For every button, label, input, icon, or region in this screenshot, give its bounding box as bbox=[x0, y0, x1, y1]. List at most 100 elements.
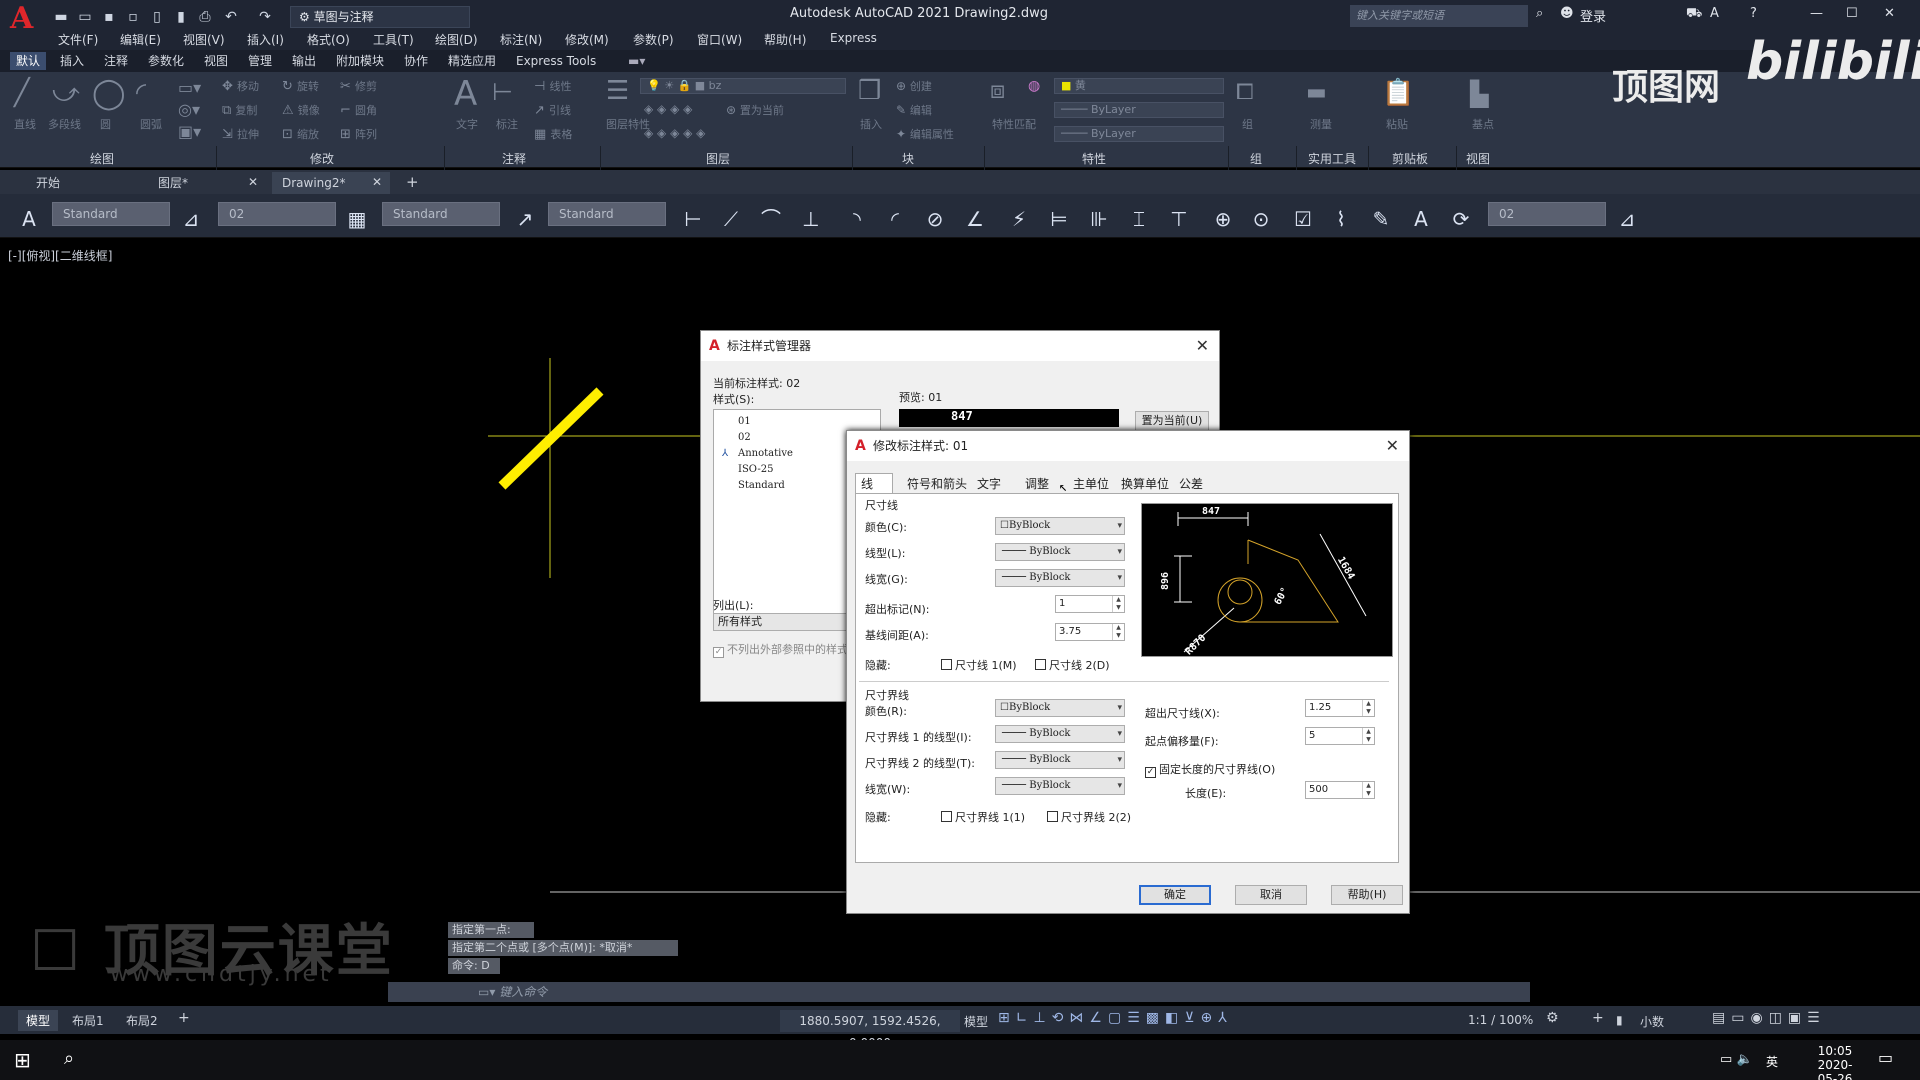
tab-alt-units[interactable]: 换算单位 bbox=[1121, 475, 1169, 492]
rectangle-icon[interactable]: ▭▾ bbox=[178, 78, 201, 97]
trim-icon[interactable]: ✂ 修剪 bbox=[340, 78, 377, 94]
tab-tolerances[interactable]: 公差 bbox=[1179, 475, 1203, 492]
dim-jogged-icon[interactable]: ◜ bbox=[880, 204, 910, 234]
plot-icon[interactable]: ▮ bbox=[172, 8, 190, 26]
login-button[interactable]: 登录 bbox=[1580, 6, 1606, 25]
annotation-visibility-icon[interactable]: ⅄ bbox=[1218, 1010, 1233, 1026]
region-icon[interactable]: ▣▾ bbox=[178, 122, 201, 141]
color-dropdown[interactable]: ■ 黄 bbox=[1054, 78, 1224, 94]
suppress-dimline2-checkbox[interactable]: 尺寸线 2(D) bbox=[1035, 657, 1110, 673]
leader-icon[interactable]: ↗ 引线 bbox=[534, 102, 571, 118]
menu-draw[interactable]: 绘图(D) bbox=[435, 31, 478, 48]
dim-edit-icon[interactable]: ✎ bbox=[1366, 204, 1396, 234]
set-current-button[interactable]: 置为当前(U) bbox=[1135, 411, 1209, 431]
jog-line-icon[interactable]: ⌇ bbox=[1326, 204, 1356, 234]
new-tab-icon[interactable]: + bbox=[406, 173, 419, 191]
lineweight-icon[interactable]: ☰ bbox=[1127, 1010, 1146, 1026]
offset-origin-input[interactable]: 5 ▲ ▼ bbox=[1305, 727, 1375, 745]
list-filter-select[interactable]: 所有样式 bbox=[713, 613, 863, 631]
tab-default[interactable]: 默认 bbox=[10, 52, 47, 70]
tab-fit[interactable]: 调整 bbox=[1025, 475, 1049, 492]
extend-beyond-input[interactable]: 1.25 ▲ ▼ bbox=[1305, 699, 1375, 717]
quick-dim-icon[interactable]: ⚡ bbox=[1004, 204, 1034, 234]
baseline-spacing-input[interactable]: 3.75 ▲ ▼ bbox=[1055, 623, 1125, 641]
layout-tab-2[interactable]: 布局2 bbox=[118, 1010, 166, 1031]
make-current-icon[interactable]: ⊛ 置为当前 bbox=[726, 102, 784, 118]
measure-icon[interactable]: ▬ bbox=[1306, 80, 1327, 105]
layer-tools-icon[interactable]: ◈ ◈ ◈ ◈ bbox=[644, 102, 692, 116]
saveas-icon[interactable]: ▫ bbox=[124, 8, 142, 26]
list-item[interactable]: ISO-25 bbox=[738, 464, 773, 475]
panel-layer[interactable]: 图层 bbox=[706, 150, 730, 167]
tab-view[interactable]: 视图 bbox=[198, 52, 234, 70]
panel-properties[interactable]: 特性 bbox=[1082, 150, 1106, 167]
match-prop-icon[interactable]: ⧈ bbox=[990, 76, 1005, 104]
file-tab-start[interactable]: 开始 bbox=[26, 172, 136, 194]
save-icon[interactable]: ▪ bbox=[100, 8, 118, 26]
menu-file[interactable]: 文件(F) bbox=[58, 31, 98, 48]
tab-param[interactable]: 参数化 bbox=[142, 52, 190, 70]
close-icon[interactable]: ✕ bbox=[1386, 431, 1399, 461]
minimize-icon[interactable]: — bbox=[1810, 6, 1823, 21]
tray-icons[interactable]: ▭ 🔈 bbox=[1720, 1052, 1753, 1067]
tab-primary-units[interactable]: 主单位 bbox=[1073, 475, 1109, 492]
mleader-style-icon[interactable]: ↗ bbox=[510, 204, 540, 234]
tab-insert[interactable]: 插入 bbox=[54, 52, 90, 70]
spin-icon[interactable]: ▲ ▼ bbox=[1362, 700, 1374, 716]
edit-block-icon[interactable]: ✎ 编辑 bbox=[896, 102, 932, 118]
scale-icon[interactable]: ⊡ 缩放 bbox=[282, 126, 319, 142]
dim-style-dropdown[interactable]: 02 bbox=[218, 202, 336, 226]
create-block-icon[interactable]: ⊕ 创建 bbox=[896, 78, 932, 94]
search-icon[interactable]: ⌕ bbox=[64, 1048, 74, 1069]
arc-icon[interactable]: ◜ bbox=[136, 78, 146, 108]
open-icon[interactable]: ▭ bbox=[76, 8, 94, 26]
text-icon[interactable]: A bbox=[454, 74, 477, 114]
menu-format[interactable]: 格式(O) bbox=[307, 31, 350, 48]
notification-icon[interactable]: ▭ bbox=[1878, 1048, 1893, 1067]
menu-tools[interactable]: 工具(T) bbox=[373, 31, 414, 48]
extline2-linetype-select[interactable]: ──── ByBlock ▾ bbox=[995, 751, 1125, 769]
panel-clipboard[interactable]: 剪贴板 bbox=[1392, 150, 1428, 167]
close-tab-icon[interactable]: ✕ bbox=[372, 175, 382, 189]
list-item[interactable]: 02 bbox=[738, 432, 751, 443]
network-icon[interactable]: ▭ bbox=[1720, 1052, 1732, 1067]
dim-break-icon[interactable]: ⊤ bbox=[1164, 204, 1194, 234]
search-icon[interactable]: ⌕ bbox=[1536, 6, 1543, 21]
group-icon[interactable]: ⧠ bbox=[1236, 80, 1254, 105]
dim-ordinate-icon[interactable]: ⊥ bbox=[796, 204, 826, 234]
a360-icon[interactable]: A bbox=[1710, 6, 1719, 21]
tab-addins[interactable]: 附加模块 bbox=[330, 52, 390, 70]
dim-arc-icon[interactable]: ⌒ bbox=[756, 204, 786, 234]
cart-icon[interactable]: ⛟ bbox=[1686, 6, 1702, 23]
tab-text[interactable]: 文字 bbox=[977, 475, 1001, 492]
volume-icon[interactable]: 🔈 bbox=[1736, 1052, 1752, 1067]
spin-icon[interactable]: ▲ ▼ bbox=[1112, 624, 1124, 640]
tab-output[interactable]: 输出 bbox=[286, 52, 322, 70]
circle-icon[interactable]: ◯ bbox=[92, 76, 126, 111]
spin-icon[interactable]: ▲ ▼ bbox=[1362, 782, 1374, 798]
dimline-lineweight-select[interactable]: ──── ByBlock ▾ bbox=[995, 569, 1125, 587]
cancel-button[interactable]: 取消 bbox=[1235, 885, 1307, 905]
move-icon[interactable]: ✥ 移动 bbox=[222, 78, 259, 94]
dim-update-icon[interactable]: ⟳ bbox=[1446, 204, 1476, 234]
list-item[interactable]: 01 bbox=[738, 416, 751, 427]
export-icon[interactable]: ▯ bbox=[148, 8, 166, 26]
layout-tab-1[interactable]: 布局1 bbox=[64, 1010, 112, 1031]
tab-featured[interactable]: 精选应用 bbox=[442, 52, 502, 70]
dim-linear-icon[interactable]: ⊢ bbox=[678, 204, 708, 234]
redo-icon[interactable]: ↷ bbox=[256, 8, 274, 26]
print-icon[interactable]: ⎙ bbox=[196, 8, 214, 26]
dim-diameter-icon[interactable]: ⊘ bbox=[920, 204, 950, 234]
suppress-extline1-checkbox[interactable]: 尺寸界线 1(1) bbox=[941, 809, 1025, 825]
menu-express[interactable]: Express bbox=[830, 31, 877, 45]
dim-radius-icon[interactable]: ◝ bbox=[842, 204, 872, 234]
osnap-icon[interactable]: ▢ bbox=[1108, 1010, 1127, 1026]
line-icon[interactable]: ╱ bbox=[14, 78, 30, 108]
dim-continue-icon[interactable]: ⊪ bbox=[1084, 204, 1114, 234]
center-mark-icon[interactable]: ⊙ bbox=[1246, 204, 1276, 234]
dim-text-edit-icon[interactable]: A bbox=[1406, 204, 1436, 234]
close-icon[interactable]: ✕ bbox=[1196, 331, 1209, 361]
tab-express-tools[interactable]: Express Tools bbox=[510, 52, 602, 70]
tab-annotate[interactable]: 注释 bbox=[98, 52, 134, 70]
inspect-icon[interactable]: ☑ bbox=[1288, 204, 1318, 234]
